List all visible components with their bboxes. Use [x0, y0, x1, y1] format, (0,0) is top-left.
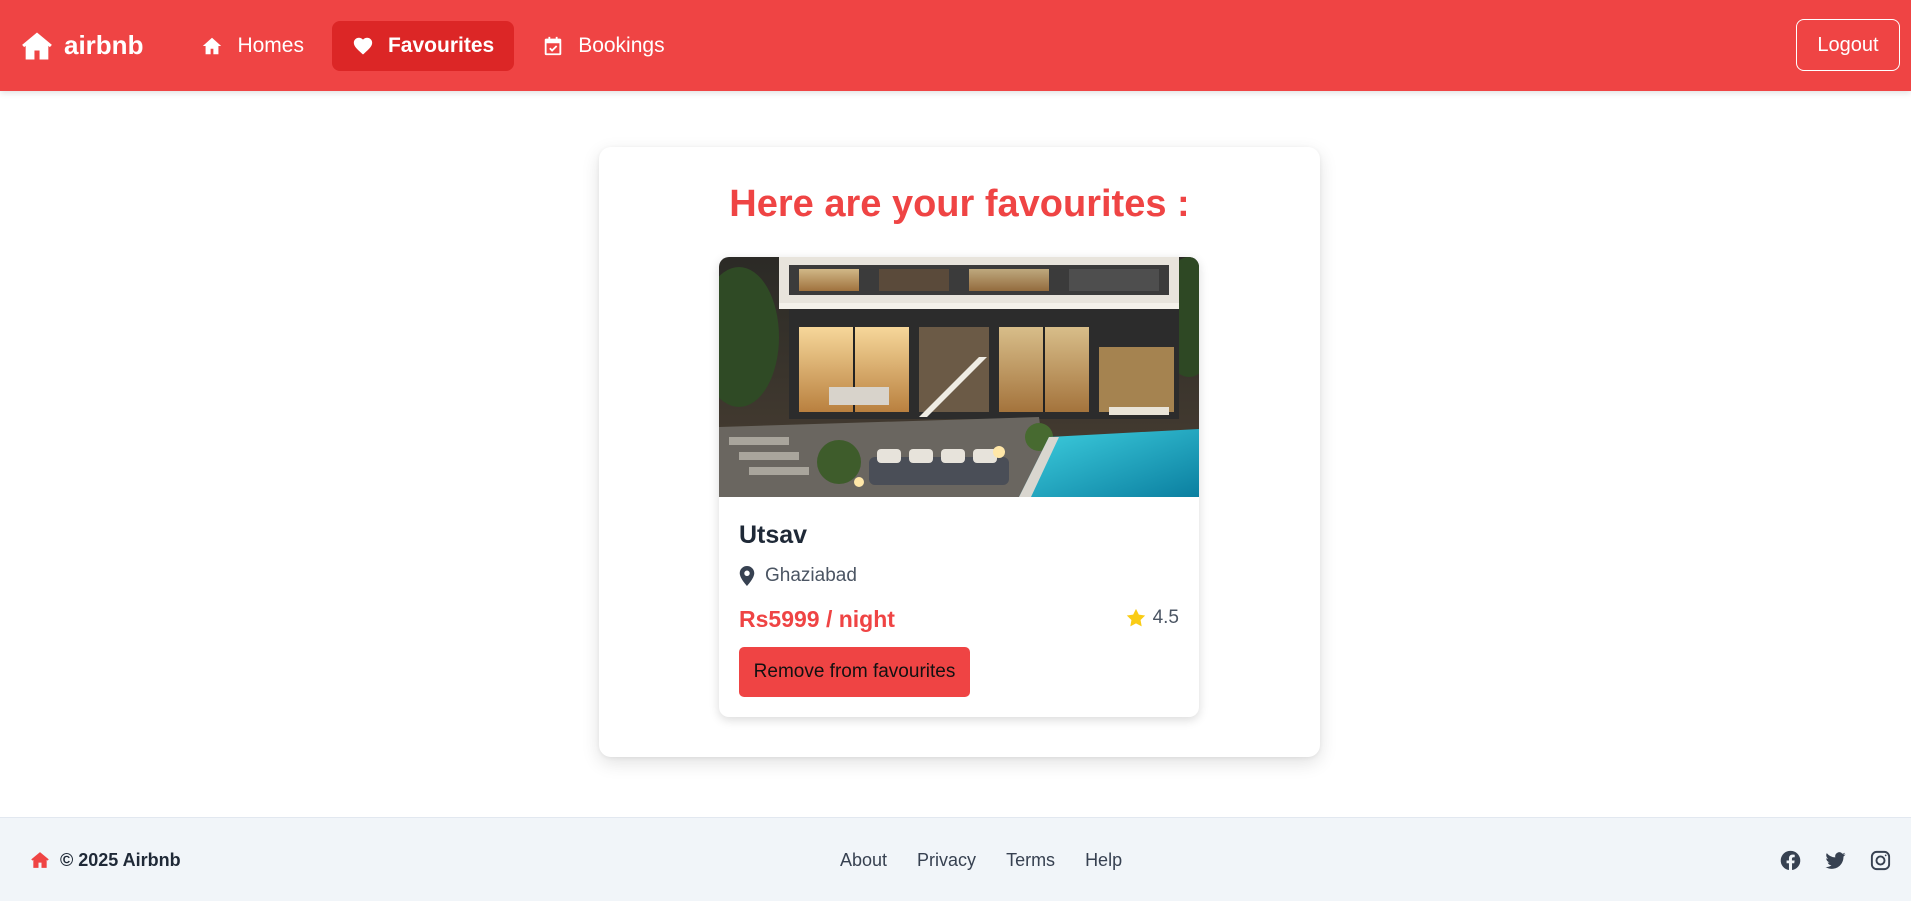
footer-links: About Privacy Terms Help — [840, 818, 1122, 901]
facebook-icon[interactable] — [1779, 849, 1802, 872]
star-icon — [1126, 608, 1145, 627]
footer-link-help[interactable]: Help — [1085, 850, 1122, 871]
nav-item-label: Bookings — [578, 33, 665, 57]
home-icon — [203, 37, 222, 54]
page-title: Here are your favourites : — [729, 183, 1190, 225]
footer-link-about[interactable]: About — [840, 850, 887, 871]
footer-link-privacy[interactable]: Privacy — [917, 850, 976, 871]
footer-brand: © 2025 Airbnb — [30, 818, 181, 901]
home-card: Utsav Ghaziabad Rs5999 / night 4.5 Remov… — [719, 257, 1199, 717]
home-photo[interactable] — [719, 257, 1199, 497]
home-location-text: Ghaziabad — [765, 565, 857, 586]
brand-name: airbnb — [64, 30, 144, 60]
calendar-check-icon — [544, 36, 562, 55]
home-rating-value: 4.5 — [1152, 607, 1179, 628]
brand-logo[interactable]: airbnb — [20, 29, 143, 63]
favourites-panel: Here are your favourites : Utsav Ghaziab… — [599, 147, 1320, 757]
heart-icon — [353, 37, 373, 55]
logout-button[interactable]: Logout — [1796, 19, 1900, 71]
home-location: Ghaziabad — [739, 565, 857, 587]
footer-link-terms[interactable]: Terms — [1006, 850, 1055, 871]
twitter-icon[interactable] — [1824, 849, 1847, 872]
nav-item-favourites[interactable]: Favourites — [331, 20, 515, 71]
footer-copyright: © 2025 Airbnb — [60, 849, 181, 870]
nav-item-homes[interactable]: Homes — [181, 21, 324, 71]
remove-from-favourites-button[interactable]: Remove from favourites — [739, 647, 970, 697]
footer-social — [1779, 818, 1892, 901]
instagram-icon[interactable] — [1869, 849, 1892, 872]
nav-item-label: Homes — [237, 33, 304, 57]
nav-item-bookings[interactable]: Bookings — [522, 21, 684, 71]
home-name: Utsav — [739, 521, 808, 549]
nav-item-label: Favourites — [387, 33, 495, 57]
main-nav: Homes Favourites Bookings — [181, 20, 684, 71]
home-price: Rs5999 / night — [739, 606, 895, 632]
footer: © 2025 Airbnb About Privacy Terms Help — [0, 817, 1911, 901]
top-navbar: airbnb Homes Favourites Bookings Logout — [0, 0, 1911, 91]
map-pin-icon — [739, 566, 755, 586]
house-icon — [22, 32, 52, 59]
house-icon — [31, 852, 49, 868]
home-rating: 4.5 — [1125, 607, 1179, 629]
